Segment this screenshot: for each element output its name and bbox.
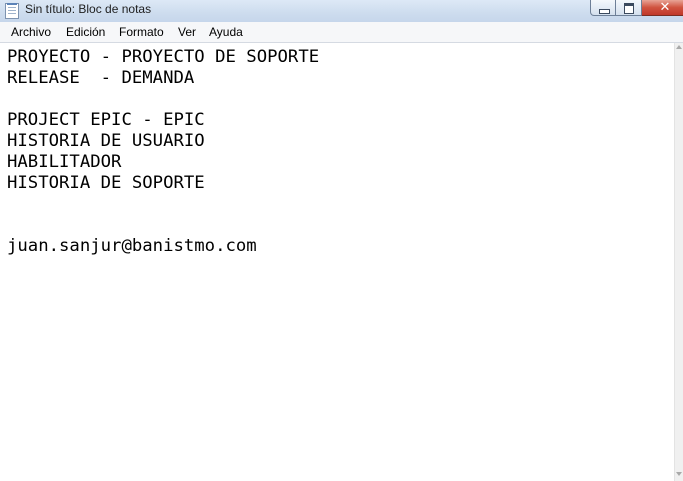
minimize-icon — [599, 9, 610, 14]
text-line: juan.sanjur@banistmo.com — [7, 236, 257, 256]
text-line: PROJECT EPIC - EPIC — [7, 110, 205, 130]
text-line: ​ — [7, 194, 667, 215]
minimize-button[interactable] — [590, 0, 616, 16]
caption-buttons: ✕ — [590, 0, 683, 18]
text-line: HISTORIA DE SOPORTE — [7, 173, 205, 193]
menu-ver[interactable]: Ver — [178, 25, 196, 39]
menu-archivo[interactable]: Archivo — [11, 25, 51, 39]
maximize-icon — [624, 3, 634, 14]
vertical-scrollbar[interactable] — [674, 43, 683, 481]
menu-edicion[interactable]: Edición — [66, 25, 105, 39]
text-line: RELEASE - DEMANDA — [7, 68, 195, 88]
text-line: PROYECTO - PROYECTO DE SOPORTE — [7, 47, 320, 67]
chevron-down-icon[interactable] — [676, 472, 682, 476]
title-bar[interactable]: Sin título: Bloc de notas ✕ — [0, 0, 683, 22]
close-icon: ✕ — [659, 0, 671, 14]
text-editor[interactable]: PROYECTO - PROYECTO DE SOPORTE RELEASE - … — [0, 42, 683, 481]
text-line: ​ — [7, 89, 667, 110]
window-title: Sin título: Bloc de notas — [25, 2, 152, 16]
text-line: ​ — [7, 215, 667, 236]
notepad-icon[interactable] — [5, 3, 19, 19]
maximize-button[interactable] — [616, 0, 642, 16]
editor-text[interactable]: PROYECTO - PROYECTO DE SOPORTE RELEASE - … — [7, 47, 667, 257]
menu-ayuda[interactable]: Ayuda — [209, 25, 243, 39]
menu-formato[interactable]: Formato — [119, 25, 164, 39]
menu-bar: Archivo Edición Formato Ver Ayuda — [0, 22, 683, 43]
notepad-window: Sin título: Bloc de notas ✕ Archivo Edic… — [0, 0, 683, 481]
text-line: HISTORIA DE USUARIO — [7, 131, 205, 151]
chevron-up-icon[interactable] — [676, 45, 682, 49]
text-line: HABILITADOR — [7, 152, 122, 172]
close-button[interactable]: ✕ — [642, 0, 683, 16]
